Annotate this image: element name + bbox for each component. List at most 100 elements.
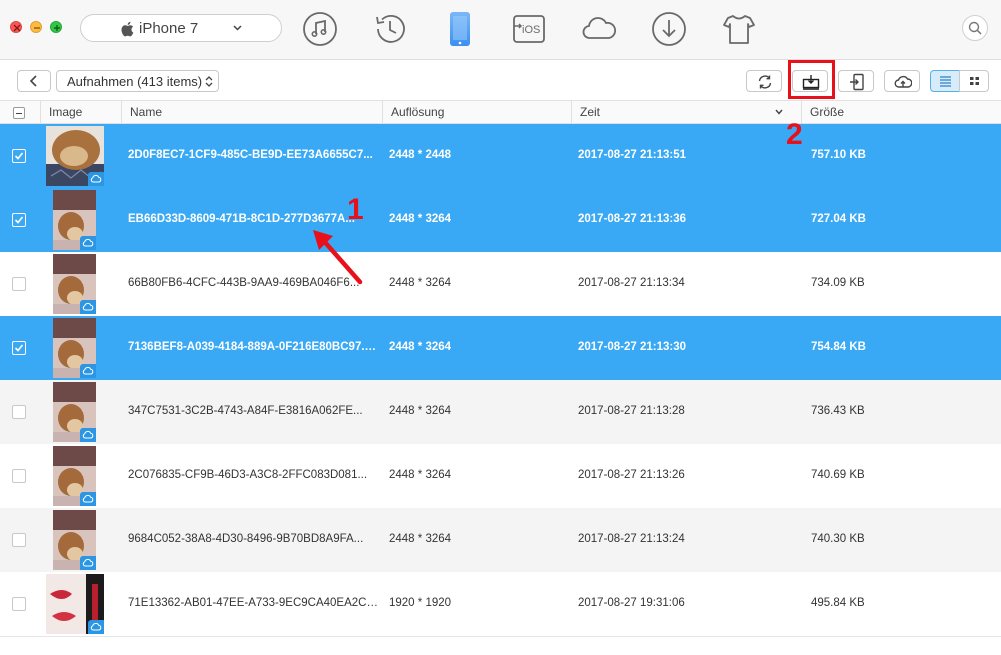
photo-time: 2017-08-27 21:13:36 <box>578 213 687 225</box>
chevron-down-icon <box>233 25 242 31</box>
photo-resolution: 2448 * 3264 <box>389 533 452 545</box>
table-row[interactable]: 2D0F8EC7-1CF9-485C-BE9D-EE73A6655C7... 2… <box>0 124 1001 188</box>
album-selector[interactable]: Aufnahmen (413 items) <box>56 70 219 92</box>
icloud-badge <box>80 492 96 506</box>
table-row[interactable]: 347C7531-3C2B-4743-A84F-E3816A062FE... 2… <box>0 380 1001 444</box>
device-name: iPhone 7 <box>139 20 199 37</box>
send-to-device-button[interactable] <box>838 70 874 92</box>
photo-size: 740.69 KB <box>811 469 865 481</box>
column-header-resolution[interactable]: Auflösung <box>382 101 571 124</box>
row-checkbox[interactable] <box>12 469 26 483</box>
column-header-size[interactable]: Größe <box>801 101 1001 124</box>
photo-size: 754.84 KB <box>811 341 866 353</box>
table-row[interactable]: 71E13362-AB01-47EE-A733-9EC9CA40EA2CB...… <box>0 572 1001 636</box>
icloud-icon <box>90 174 102 183</box>
photo-size: 734.09 KB <box>811 277 865 289</box>
apple-icon <box>121 21 134 37</box>
music-icon <box>303 12 337 46</box>
history-button[interactable] <box>371 10 409 48</box>
device-selector[interactable]: iPhone 7 <box>80 14 282 42</box>
photo-time: 2017-08-27 21:13:24 <box>578 533 685 545</box>
photo-name: 7136BEF8-A039-4184-889A-0F216E80BC97.JPG <box>128 341 382 353</box>
device-manager-button[interactable] <box>441 10 479 48</box>
ios-label: iOS <box>522 24 540 36</box>
row-checkbox[interactable] <box>12 597 26 611</box>
photo-name: 347C7531-3C2B-4743-A84F-E3816A062FE... <box>128 405 363 417</box>
table-row[interactable]: 9684C052-38A8-4D30-8496-9B70BD8A9FA... 2… <box>0 508 1001 572</box>
row-checkbox[interactable] <box>12 533 26 547</box>
table-row[interactable]: EB66D33D-8609-471B-8C1D-277D3677A... 244… <box>0 188 1001 252</box>
photo-thumbnail <box>53 382 96 442</box>
upload-to-icloud-button[interactable] <box>884 70 920 92</box>
download-icon <box>652 12 686 46</box>
photo-thumbnail <box>46 574 104 634</box>
grid-view-toggle[interactable] <box>959 70 989 92</box>
back-button[interactable] <box>17 70 51 92</box>
photo-size: 736.43 KB <box>811 405 865 417</box>
column-header-time[interactable]: Zeit <box>571 101 801 124</box>
row-checkbox[interactable] <box>12 277 26 291</box>
select-all-checkbox[interactable] <box>13 107 25 119</box>
photo-resolution: 2448 * 3264 <box>389 469 452 481</box>
content-toolbar: Aufnahmen (413 items) <box>0 60 1001 101</box>
icloud-icon <box>82 494 94 503</box>
row-checkbox[interactable] <box>12 341 26 355</box>
icloud-icon <box>82 238 94 247</box>
icloud-badge <box>80 364 96 378</box>
column-header-image[interactable]: Image <box>40 101 121 124</box>
search-icon <box>968 21 982 35</box>
sort-descending-icon <box>775 109 783 115</box>
table-row[interactable]: 7136BEF8-A039-4184-889A-0F216E80BC97.JPG… <box>0 316 1001 380</box>
icloud-icon <box>82 366 94 375</box>
photo-thumbnail <box>53 190 96 250</box>
icloud-badge <box>80 236 96 250</box>
photo-size: 727.04 KB <box>811 213 866 225</box>
icloud-badge <box>80 300 96 314</box>
table-row[interactable]: 2C076835-CF9B-46D3-A3C8-2FFC083D081... 2… <box>0 444 1001 508</box>
table-row[interactable]: 66B80FB6-4CFC-443B-9AA9-469BA046F6... 24… <box>0 252 1001 316</box>
row-checkbox[interactable] <box>12 213 26 227</box>
music-manager-button[interactable] <box>301 10 339 48</box>
album-label: Aufnahmen (413 items) <box>67 74 203 89</box>
cloud-upload-icon <box>894 75 912 88</box>
icloud-icon <box>90 622 102 631</box>
icloud-icon <box>82 430 94 439</box>
photo-name: 2D0F8EC7-1CF9-485C-BE9D-EE73A6655C7... <box>128 149 373 161</box>
icloud-icon <box>82 558 94 567</box>
photo-resolution: 2448 * 3264 <box>389 405 452 417</box>
list-view-toggle[interactable] <box>930 70 960 92</box>
minimize-window-button[interactable] <box>30 21 42 33</box>
zoom-window-button[interactable] <box>50 21 62 33</box>
photo-size: 740.30 KB <box>811 533 865 545</box>
close-window-button[interactable] <box>10 21 22 33</box>
tshirt-icon <box>723 15 755 44</box>
icloud-badge <box>88 172 104 186</box>
column-header-name[interactable]: Name <box>121 101 382 124</box>
ringtone-maker-button[interactable] <box>720 10 758 48</box>
check-icon <box>14 216 24 224</box>
refresh-button[interactable] <box>746 70 782 92</box>
annotation-number-2: 2 <box>786 118 803 151</box>
icloud-icon <box>582 17 617 39</box>
photo-resolution: 2448 * 3264 <box>389 341 452 353</box>
search-button[interactable] <box>962 15 988 41</box>
ios-mover-button[interactable]: iOS <box>510 10 548 48</box>
photo-time: 2017-08-27 21:13:28 <box>578 405 685 417</box>
download-button[interactable] <box>650 10 688 48</box>
photo-thumbnail <box>53 446 96 506</box>
photo-name: 2C076835-CF9B-46D3-A3C8-2FFC083D081... <box>128 469 368 481</box>
photo-name: 9684C052-38A8-4D30-8496-9B70BD8A9FA... <box>128 533 364 545</box>
row-checkbox[interactable] <box>12 149 26 163</box>
photo-thumbnail <box>53 254 96 314</box>
annotation-arrow <box>313 230 363 285</box>
history-icon <box>376 15 405 43</box>
check-icon <box>14 344 24 352</box>
photo-size: 757.10 KB <box>811 149 866 161</box>
icloud-manager-button[interactable] <box>580 10 618 48</box>
refresh-icon <box>758 75 772 89</box>
row-checkbox[interactable] <box>12 405 26 419</box>
photo-resolution: 2448 * 3264 <box>389 277 452 289</box>
list-view-icon <box>940 76 951 87</box>
photo-time: 2017-08-27 19:31:06 <box>578 597 685 609</box>
photo-time: 2017-08-27 21:13:51 <box>578 149 687 161</box>
